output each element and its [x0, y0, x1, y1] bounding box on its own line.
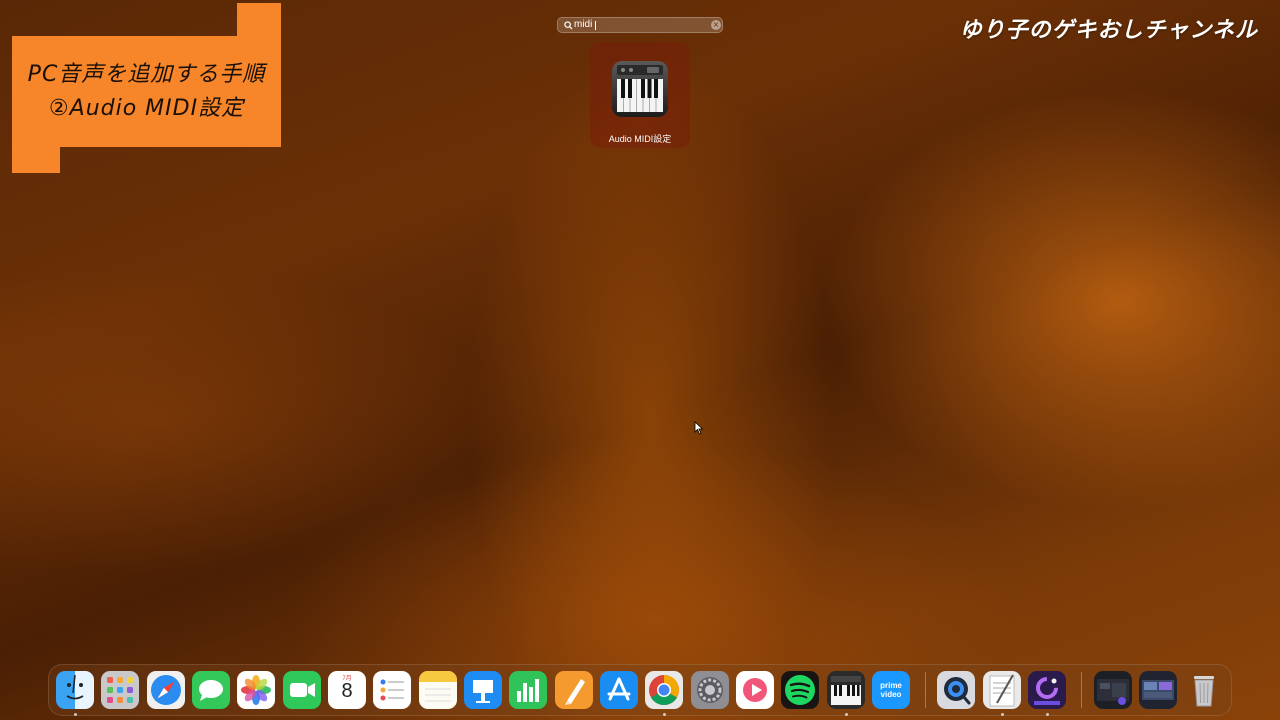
audio-midi-setup-icon — [612, 61, 668, 117]
app-store-icon[interactable] — [600, 671, 638, 709]
launchpad-search[interactable]: × — [557, 17, 723, 33]
facetime-icon[interactable] — [283, 671, 321, 709]
dock-separator — [1081, 672, 1082, 708]
tutorial-caption: PC音声を追加する手順 ②Audio MIDI設定 — [0, 0, 290, 180]
search-input[interactable] — [574, 18, 704, 32]
keynote-icon[interactable] — [464, 671, 502, 709]
calendar-day: 8 — [341, 680, 353, 702]
running-indicator — [845, 713, 848, 716]
photos-icon[interactable] — [237, 671, 275, 709]
launchpad-icon[interactable] — [101, 671, 139, 709]
numbers-icon[interactable] — [509, 671, 547, 709]
safari-icon[interactable] — [147, 671, 185, 709]
reminders-icon[interactable] — [373, 671, 411, 709]
channel-name: ゆり子のゲキおしチャンネル — [959, 18, 1258, 43]
messages-icon[interactable] — [192, 671, 230, 709]
running-indicator — [663, 713, 666, 716]
clear-icon[interactable]: × — [711, 20, 721, 30]
caption-accent-block — [12, 145, 60, 173]
caption-line-2: ②Audio MIDI設定 — [48, 95, 245, 121]
textedit-icon[interactable] — [983, 671, 1021, 709]
calendar-icon[interactable]: 7月 8 — [328, 671, 366, 709]
search-result-label: Audio MIDI設定 — [608, 134, 672, 144]
notes-icon[interactable] — [419, 671, 457, 709]
caption-line-1: PC音声を追加する手順 — [27, 61, 266, 87]
spotify-icon[interactable] — [781, 671, 819, 709]
pages-icon[interactable] — [555, 671, 593, 709]
prime-video-label: prime — [880, 681, 902, 690]
running-indicator — [1046, 713, 1049, 716]
window-thumbnail-icon[interactable] — [1094, 671, 1132, 709]
text-caret — [595, 21, 596, 30]
mouse-cursor-icon — [694, 421, 704, 435]
running-indicator — [1001, 713, 1004, 716]
trash-icon[interactable] — [1185, 671, 1223, 709]
prime-video-label: video — [880, 690, 902, 699]
search-result-audio-midi[interactable]: Audio MIDI設定 — [590, 42, 690, 148]
chrome-icon[interactable] — [645, 671, 683, 709]
quicktime-icon[interactable] — [937, 671, 975, 709]
audio-midi-setup-dock-icon[interactable] — [827, 671, 865, 709]
system-settings-icon[interactable] — [691, 671, 729, 709]
purple-app-icon[interactable] — [1028, 671, 1066, 709]
running-indicator — [74, 713, 77, 716]
search-icon — [564, 21, 573, 30]
finder-icon[interactable] — [56, 671, 94, 709]
dock-separator — [925, 672, 926, 708]
vllo-icon[interactable] — [736, 671, 774, 709]
prime-video-icon[interactable]: prime video — [872, 671, 910, 709]
window-thumbnail-icon[interactable] — [1139, 671, 1177, 709]
caption-box: PC音声を追加する手順 ②Audio MIDI設定 — [12, 36, 281, 147]
